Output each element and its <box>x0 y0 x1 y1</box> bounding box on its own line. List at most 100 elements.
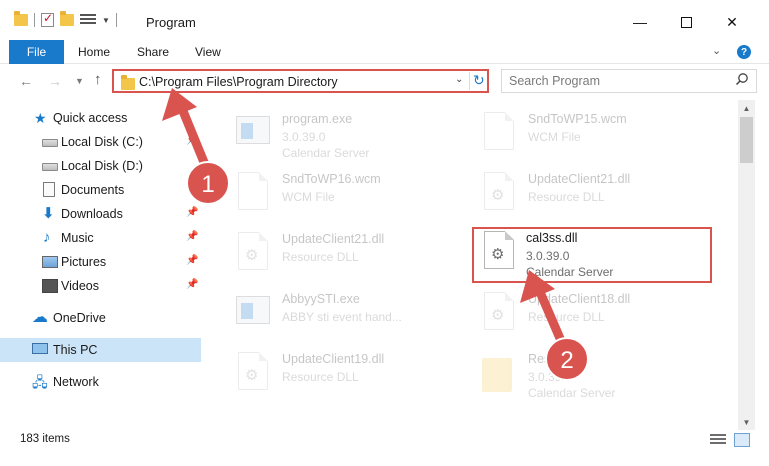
address-path[interactable]: C:\Program Files\Program Directory <box>139 75 338 89</box>
cloud-icon: ☁ <box>32 309 48 326</box>
network-icon: 🖧 <box>32 374 48 390</box>
hard-drive-icon <box>42 163 58 171</box>
address-dropdown-icon[interactable]: ⌄ <box>455 74 463 85</box>
help-icon[interactable]: ? <box>737 45 751 59</box>
pin-icon[interactable]: 📌 <box>186 231 198 242</box>
pin-icon[interactable]: 📌 <box>186 255 198 266</box>
scroll-thumb[interactable] <box>740 117 753 163</box>
dll-file-icon: ⚙ <box>232 232 272 280</box>
large-icons-view-icon[interactable] <box>734 433 750 447</box>
folder-icon <box>14 11 28 26</box>
sidebar-item-this-pc[interactable]: This PC <box>0 338 201 362</box>
maximize-button[interactable] <box>663 8 709 36</box>
hard-drive-icon <box>42 139 58 147</box>
tab-share[interactable]: Share <box>137 45 169 59</box>
sidebar-item-pictures[interactable]: Pictures 📌 <box>0 250 201 274</box>
up-arrow-icon[interactable]: ↑ <box>94 71 102 88</box>
customize-toolbar-icon[interactable] <box>80 14 96 26</box>
tab-view[interactable]: View <box>195 45 221 59</box>
file-tile-updateclient18[interactable]: ⚙ UpdateClient18.dll Resource DLL <box>476 290 716 346</box>
file-name: UpdateClient19.dll <box>282 352 385 366</box>
navigation-pane: ★ Quick access Local Disk (C:) 📌 Local D… <box>0 100 206 430</box>
sidebar-item-label: Downloads <box>61 207 123 221</box>
documents-icon <box>43 182 55 197</box>
search-icon <box>735 73 748 86</box>
search-input[interactable] <box>509 71 729 91</box>
sidebar-item-videos[interactable]: Videos 📌 <box>0 274 201 298</box>
file-name: SndToWP16.wcm <box>282 172 381 186</box>
file-name: Reso <box>528 352 558 366</box>
file-name: program.exe <box>282 112 353 126</box>
sidebar-item-downloads[interactable]: ⬇ Downloads 📌 <box>0 202 201 226</box>
file-type: Resource DLL <box>282 370 359 384</box>
dll-file-icon: ⚙ <box>478 231 518 279</box>
sidebar-item-network[interactable]: 🖧 Network <box>0 370 201 394</box>
file-tile-sndtowp15[interactable]: SndToWP15.wcm WCM File <box>476 110 716 166</box>
file-name: cal3ss.dll <box>526 231 578 245</box>
expand-ribbon-icon[interactable]: ⌄ <box>712 44 721 57</box>
maximize-icon <box>680 16 692 28</box>
download-arrow-icon: ⬇ <box>42 205 55 222</box>
details-view-icon[interactable] <box>710 434 726 446</box>
new-folder-icon[interactable] <box>60 11 74 26</box>
chevron-down-icon[interactable]: ▼ <box>102 16 110 25</box>
computer-icon <box>32 343 48 354</box>
file-tile-program-exe[interactable]: program.exe 3.0.39.0 Calendar Server <box>230 110 470 166</box>
dll-file-icon: ⚙ <box>478 172 518 220</box>
file-name: UpdateClient18.dll <box>528 292 631 306</box>
toolbar-separator <box>115 13 117 27</box>
file-tile-updateclient21-a[interactable]: ⚙ UpdateClient21.dll Resource DLL <box>476 170 716 226</box>
close-button[interactable]: ✕ <box>709 8 755 36</box>
properties-check-icon[interactable] <box>41 11 54 27</box>
tab-home[interactable]: Home <box>78 45 110 59</box>
pin-icon[interactable]: 📌 <box>186 279 198 290</box>
scroll-up-arrow-icon[interactable]: ▲ <box>738 100 755 116</box>
sidebar-item-music[interactable]: ♪ Music 📌 <box>0 226 201 250</box>
sidebar-item-onedrive[interactable]: ☁ OneDrive <box>0 306 201 330</box>
file-type: Resource DLL <box>528 310 605 324</box>
quick-access-toolbar: ▼ <box>14 11 117 27</box>
file-tile-sndtowp16[interactable]: SndToWP16.wcm WCM File <box>230 170 470 226</box>
vertical-scrollbar[interactable]: ▲ ▼ <box>738 100 755 430</box>
tab-file[interactable]: File <box>9 40 64 64</box>
file-tile-cal3ss-dll[interactable]: ⚙ cal3ss.dll 3.0.39.0 Calendar Server <box>472 227 712 283</box>
forward-arrow-icon[interactable]: → <box>48 73 62 89</box>
status-bar: 183 items <box>0 430 769 466</box>
ribbon-tabs: File Home Share View ⌄ ? <box>0 40 769 64</box>
sidebar-item-local-disk-d[interactable]: Local Disk (D:) <box>0 154 201 178</box>
exe-file-icon <box>232 292 272 340</box>
file-version: 3.0.39.0 <box>528 370 572 384</box>
pin-icon[interactable]: 📌 <box>186 135 198 146</box>
sidebar-item-quick-access[interactable]: ★ Quick access <box>0 106 201 130</box>
file-type: ABBY sti event hand... <box>282 310 402 324</box>
file-name: AbbyySTI.exe <box>282 292 360 306</box>
sidebar-item-label: Documents <box>61 183 125 197</box>
file-version: 3.0.39.0 <box>282 130 326 144</box>
back-arrow-icon[interactable]: ← <box>19 73 33 89</box>
file-tile-reso[interactable]: Reso 3.0.39.0 Calendar Server <box>476 350 716 406</box>
dll-file-icon: ⚙ <box>478 292 518 340</box>
file-type: WCM File <box>528 130 581 144</box>
sidebar-item-label: Music <box>61 231 94 245</box>
sidebar-item-label: Network <box>53 375 99 389</box>
star-icon: ★ <box>34 110 47 126</box>
archive-file-icon <box>478 352 518 400</box>
address-separator <box>469 72 470 90</box>
refresh-icon[interactable]: ↻ <box>473 72 485 89</box>
scroll-down-arrow-icon[interactable]: ▼ <box>738 414 755 430</box>
sidebar-item-label: Videos <box>61 279 99 293</box>
file-tile-abbyysti-exe[interactable]: AbbyySTI.exe ABBY sti event hand... <box>230 290 470 346</box>
recent-locations-chevron-icon[interactable]: ▼ <box>75 76 84 86</box>
sidebar-item-label: Local Disk (D:) <box>61 159 143 173</box>
minimize-button[interactable]: — <box>617 8 663 36</box>
pin-icon[interactable]: 📌 <box>186 207 198 218</box>
sidebar-item-label: Quick access <box>53 111 128 125</box>
sidebar-item-label: This PC <box>53 343 98 357</box>
file-tile-updateclient21-b[interactable]: ⚙ UpdateClient21.dll Resource DLL <box>230 230 470 286</box>
file-tile-updateclient19[interactable]: ⚙ UpdateClient19.dll Resource DLL <box>230 350 470 406</box>
sidebar-item-local-disk-c[interactable]: Local Disk (C:) 📌 <box>0 130 201 154</box>
sidebar-item-documents[interactable]: Documents <box>0 178 201 202</box>
navigation-bar: ← → ▼ ↑ C:\Program Files\Program Directo… <box>0 64 769 98</box>
address-bar[interactable]: C:\Program Files\Program Directory ⌄ ↻ <box>112 69 489 93</box>
search-box[interactable] <box>501 69 757 93</box>
